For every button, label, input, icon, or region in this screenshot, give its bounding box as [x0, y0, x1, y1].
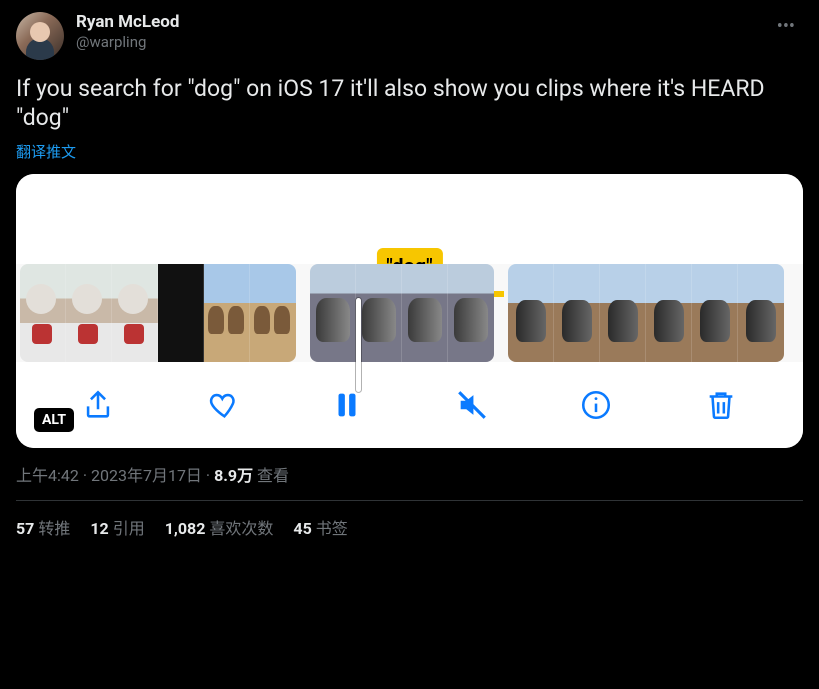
delete-button[interactable]: [699, 383, 743, 427]
media-attachment[interactable]: "dog": [16, 174, 803, 448]
media-toolbar: [16, 362, 803, 448]
mute-button[interactable]: [450, 383, 494, 427]
alt-badge[interactable]: ALT: [34, 408, 74, 432]
date[interactable]: 2023年7月17日: [91, 466, 202, 485]
clip-thumbnail[interactable]: [20, 264, 296, 362]
speaker-muted-icon: [455, 388, 489, 422]
views-label: 查看: [257, 466, 289, 485]
info-button[interactable]: [574, 383, 618, 427]
user-handle[interactable]: @warpling: [76, 33, 757, 52]
clip-thumbnail[interactable]: [310, 264, 494, 362]
pause-button[interactable]: [325, 383, 369, 427]
tweet-metadata: 上午4:42 · 2023年7月17日 · 8.9万 查看: [16, 462, 803, 486]
retweets-stat[interactable]: 57转推: [16, 515, 70, 539]
quotes-stat[interactable]: 12引用: [90, 515, 144, 539]
likes-stat[interactable]: 1,082喜欢次数: [165, 515, 274, 539]
avatar[interactable]: [16, 12, 64, 60]
like-button[interactable]: [201, 383, 245, 427]
divider: [16, 500, 803, 501]
heart-icon: [206, 388, 240, 422]
trash-icon: [704, 388, 738, 422]
info-icon: [579, 388, 613, 422]
video-timeline[interactable]: [16, 264, 803, 362]
engagement-stats: 57转推 12引用 1,082喜欢次数 45书签: [16, 515, 803, 539]
translate-link[interactable]: 翻译推文: [16, 141, 803, 162]
playhead[interactable]: [356, 298, 361, 392]
tweet-text: If you search for "dog" on iOS 17 it'll …: [16, 74, 803, 133]
timestamp[interactable]: 上午4:42: [16, 466, 79, 485]
pause-icon: [330, 388, 364, 422]
clip-thumbnail[interactable]: [508, 264, 784, 362]
bookmarks-stat[interactable]: 45书签: [293, 515, 347, 539]
share-icon: [81, 388, 115, 422]
views-count: 8.9万: [214, 466, 253, 485]
share-button[interactable]: [76, 383, 120, 427]
display-name[interactable]: Ryan McLeod: [76, 12, 757, 33]
more-options-button[interactable]: •••: [769, 12, 803, 41]
